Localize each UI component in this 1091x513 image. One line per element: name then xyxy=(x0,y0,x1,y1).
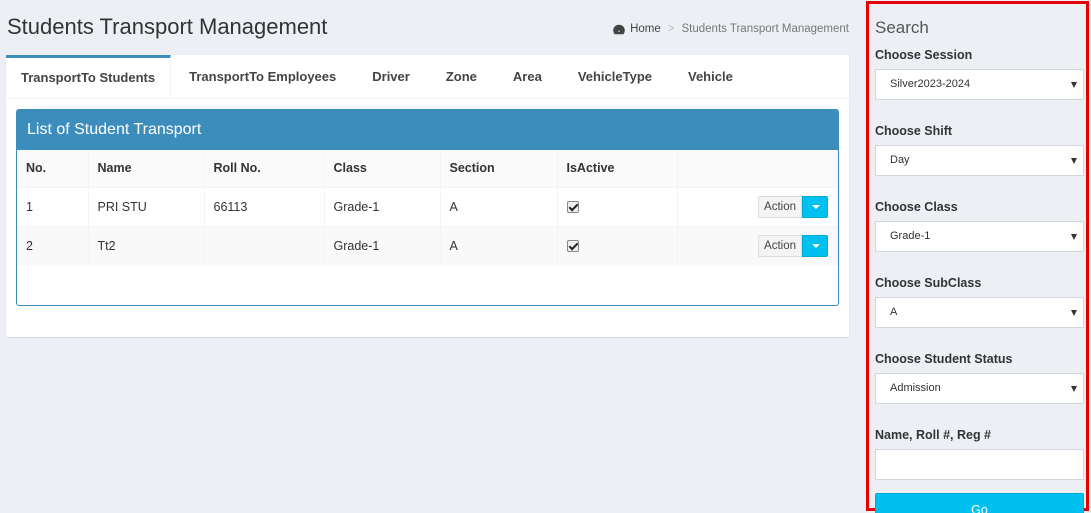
shift-label: Choose Shift xyxy=(875,124,953,138)
caret-down-icon xyxy=(1071,82,1077,88)
tab-bar: TransportTo Students TransportTo Employe… xyxy=(6,55,849,99)
cell-name: PRI STU xyxy=(88,186,205,226)
session-select[interactable]: Silver2023-2024 xyxy=(875,69,1084,100)
caret-down-icon xyxy=(1071,158,1077,164)
cell-roll xyxy=(204,225,325,265)
cell-class: Grade-1 xyxy=(324,225,441,265)
column-header-action xyxy=(677,150,838,187)
tab-transport-to-students[interactable]: TransportTo Students xyxy=(6,55,172,98)
tab-vehicle-type[interactable]: VehicleType xyxy=(560,55,670,98)
caret-down-icon xyxy=(1071,310,1077,316)
transport-card: TransportTo Students TransportTo Employe… xyxy=(6,55,849,337)
class-select[interactable]: Grade-1 xyxy=(875,221,1084,252)
cell-no: 2 xyxy=(17,225,89,265)
tab-area[interactable]: Area xyxy=(495,55,560,98)
caret-down-icon xyxy=(1071,386,1077,392)
table-row: 2 Tt2 Grade-1 A Action xyxy=(17,225,838,265)
column-header-isactive: IsActive xyxy=(557,150,678,187)
breadcrumb-current: Students Transport Management xyxy=(681,23,850,35)
cell-roll: 66113 xyxy=(204,186,325,226)
subclass-label: Choose SubClass xyxy=(875,276,982,290)
tab-zone[interactable]: Zone xyxy=(428,55,495,98)
shift-select[interactable]: Day xyxy=(875,145,1084,176)
cell-name: Tt2 xyxy=(88,225,205,265)
breadcrumb-separator: > xyxy=(667,23,675,35)
caret-down-icon xyxy=(1071,234,1077,240)
cell-section: A xyxy=(440,225,558,265)
tab-driver[interactable]: Driver xyxy=(354,55,428,98)
search-title: Search xyxy=(875,18,929,37)
cell-action: Action xyxy=(677,186,838,226)
class-label: Choose Class xyxy=(875,200,958,214)
column-header-name: Name xyxy=(88,150,205,187)
cell-no: 1 xyxy=(17,186,89,226)
student-transport-table: No. Name Roll No. Class Section IsActive… xyxy=(17,150,838,265)
class-value: Grade-1 xyxy=(890,230,931,242)
search-sidebar: Search Choose Session Silver2023-2024 Ch… xyxy=(866,1,1089,513)
breadcrumb-home-link[interactable]: Home xyxy=(630,23,661,35)
subclass-value: A xyxy=(890,306,898,318)
isactive-checkbox[interactable] xyxy=(566,240,579,253)
student-transport-panel: List of Student Transport No. Name Roll … xyxy=(16,109,839,306)
column-header-roll: Roll No. xyxy=(204,150,325,187)
shift-value: Day xyxy=(890,154,910,166)
column-header-class: Class xyxy=(324,150,441,187)
search-query-input[interactable] xyxy=(875,449,1084,480)
action-dropdown-toggle[interactable] xyxy=(802,195,828,218)
table-row: 1 PRI STU 66113 Grade-1 A Action xyxy=(17,186,838,226)
session-value: Silver2023-2024 xyxy=(890,78,971,90)
search-query-label: Name, Roll #, Reg # xyxy=(875,428,992,442)
isactive-checkbox[interactable] xyxy=(566,201,579,214)
action-dropdown-toggle[interactable] xyxy=(802,234,828,257)
student-status-value: Admission xyxy=(890,382,941,394)
action-button[interactable]: Action xyxy=(758,195,802,218)
panel-title: List of Student Transport xyxy=(17,110,838,150)
cell-class: Grade-1 xyxy=(324,186,441,226)
dashboard-icon xyxy=(613,24,625,34)
student-status-label: Choose Student Status xyxy=(875,352,1013,366)
cell-section: A xyxy=(440,186,558,226)
session-label: Choose Session xyxy=(875,48,973,62)
cell-isactive xyxy=(557,186,678,226)
cell-isactive xyxy=(557,225,678,265)
go-button[interactable]: Go xyxy=(875,493,1084,513)
column-header-section: Section xyxy=(440,150,558,187)
tab-transport-to-employees[interactable]: TransportTo Employees xyxy=(171,55,354,98)
column-header-no: No. xyxy=(17,150,89,187)
breadcrumb: Home > Students Transport Management xyxy=(613,23,849,35)
tab-vehicle[interactable]: Vehicle xyxy=(670,55,751,98)
page-title: Students Transport Management xyxy=(7,14,328,39)
cell-action: Action xyxy=(677,225,838,265)
subclass-select[interactable]: A xyxy=(875,297,1084,328)
student-status-select[interactable]: Admission xyxy=(875,373,1084,404)
action-button[interactable]: Action xyxy=(758,234,802,257)
